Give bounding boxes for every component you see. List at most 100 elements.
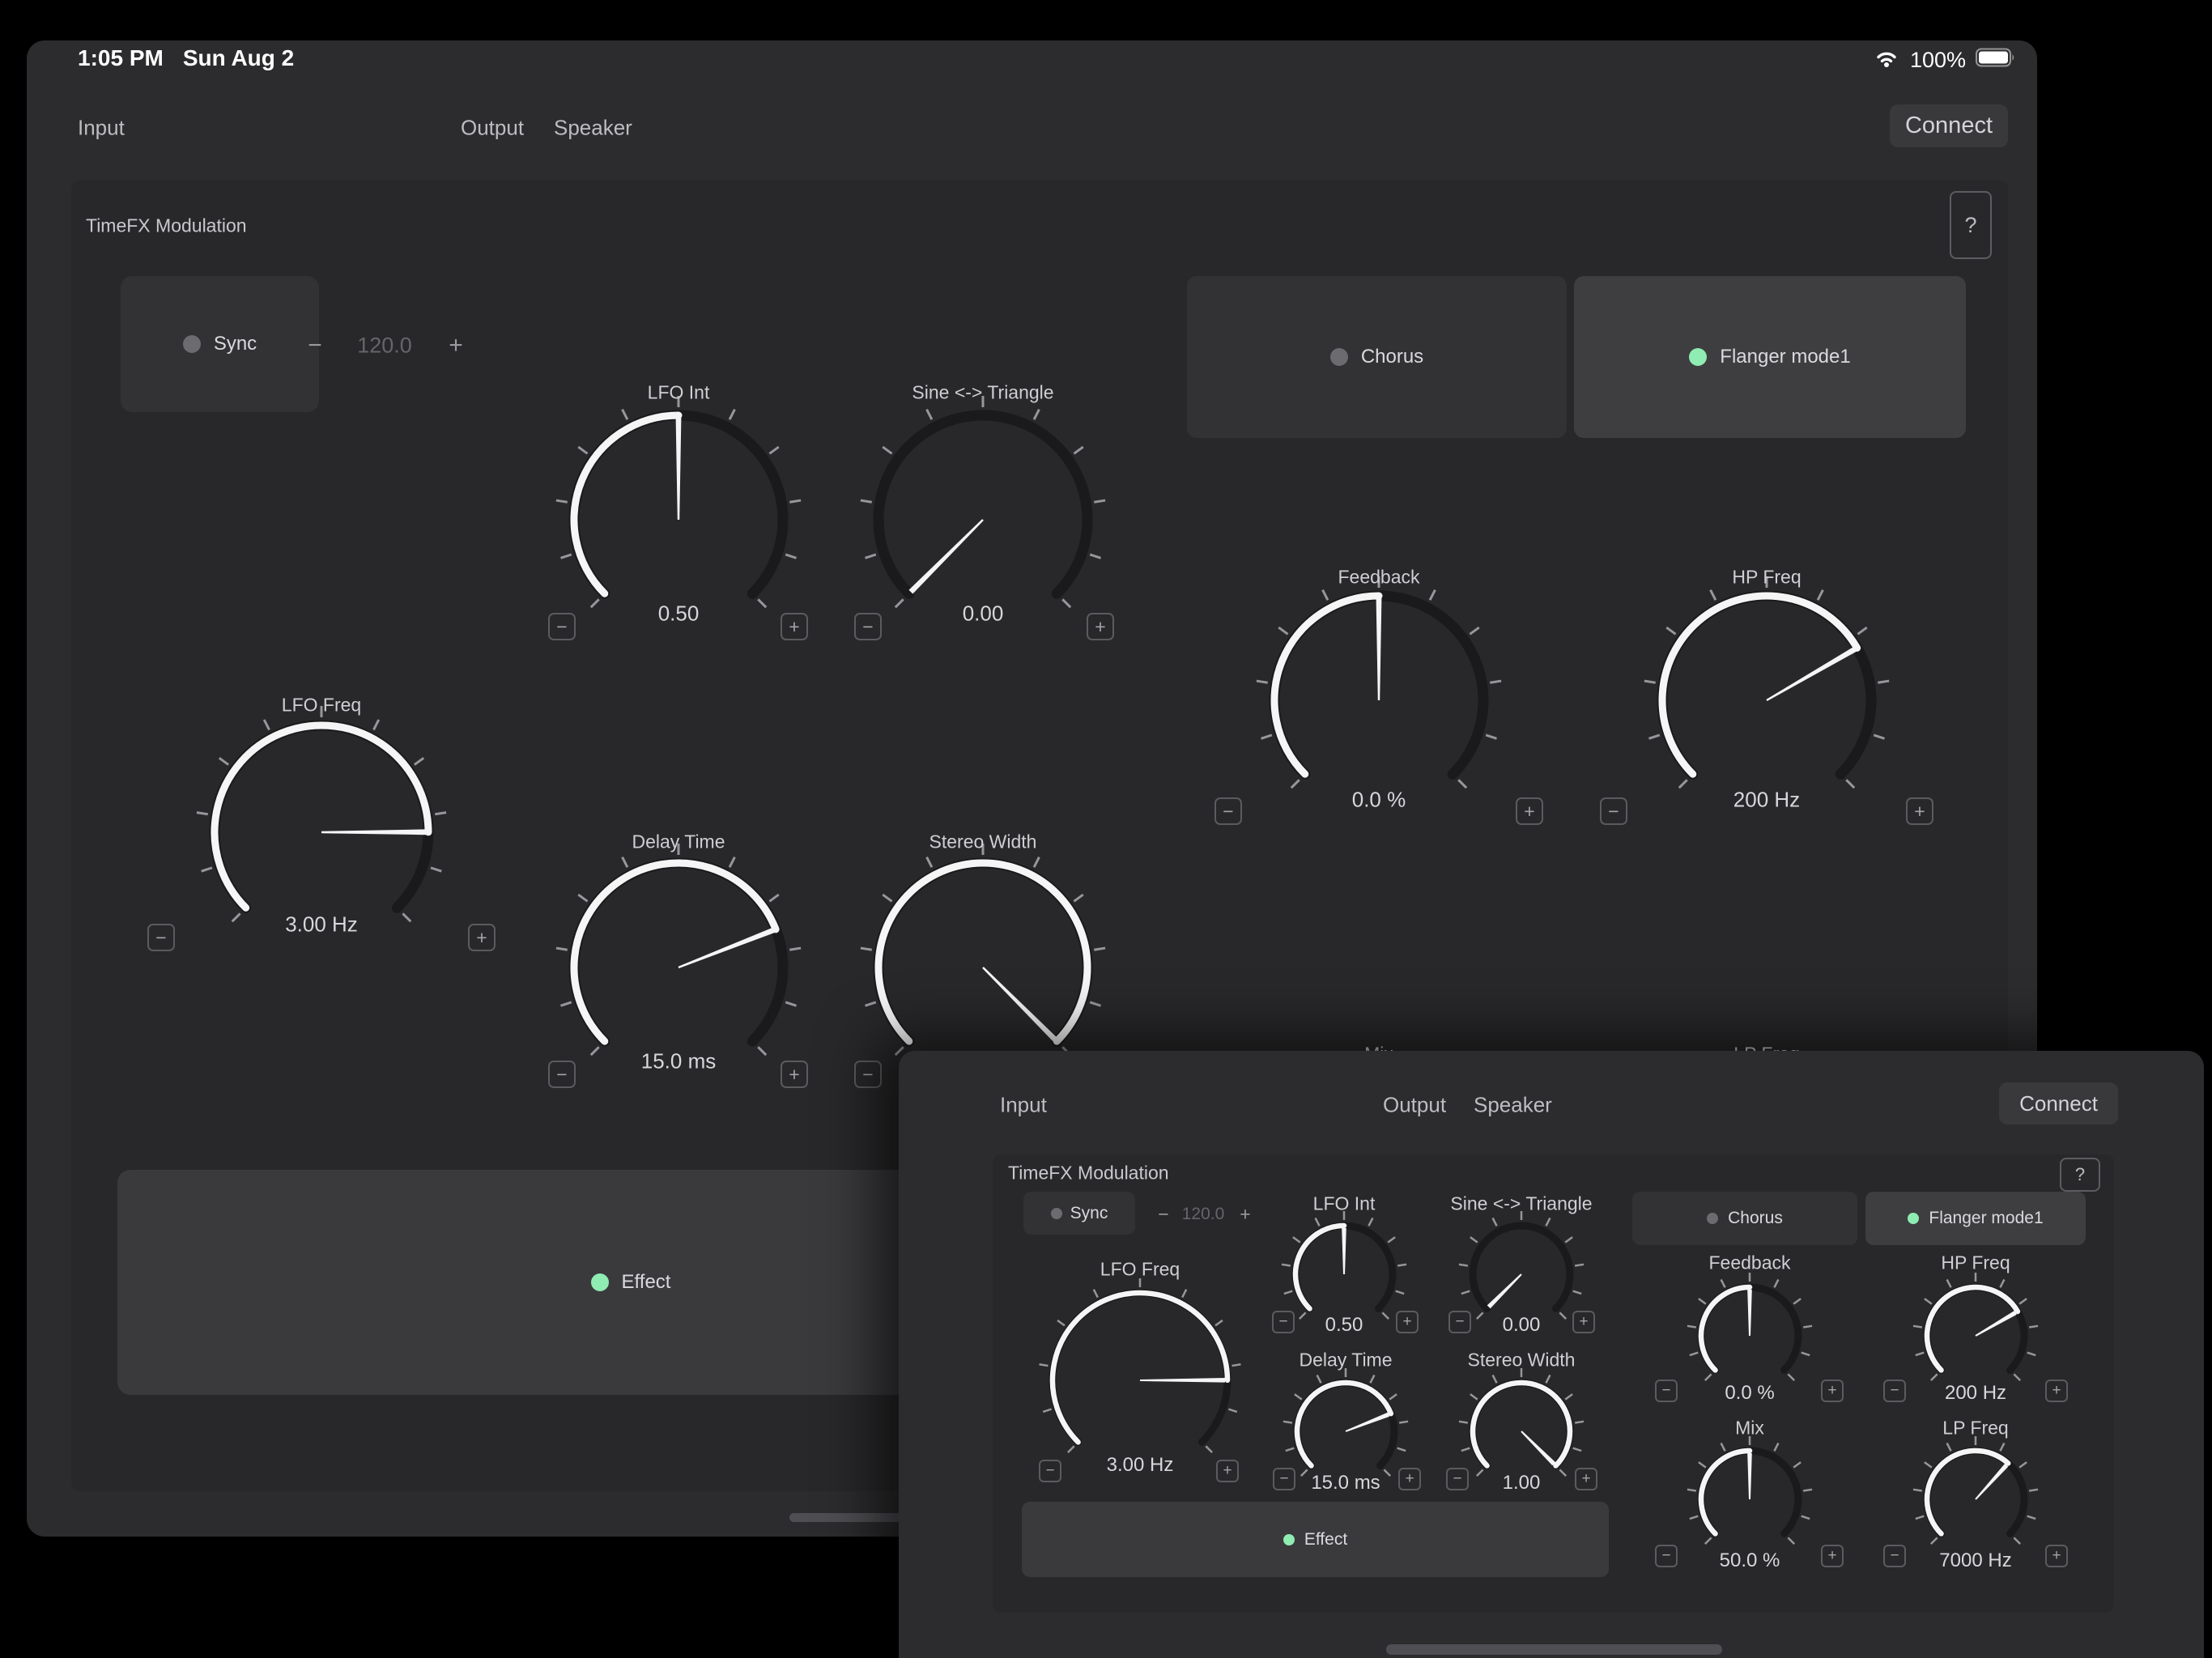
wifi-icon bbox=[1873, 47, 1900, 74]
mix-knob-label: Mix bbox=[1735, 1417, 1764, 1439]
stereo_width-decrement-button[interactable]: − bbox=[854, 1061, 882, 1088]
delay_time-decrement-button[interactable]: − bbox=[1273, 1468, 1295, 1490]
nav-item-input[interactable]: Input bbox=[1000, 1093, 1047, 1118]
sine_tri-knob-value: 0.00 bbox=[1502, 1314, 1541, 1336]
hp_freq-increment-button[interactable]: + bbox=[1906, 797, 1933, 825]
tempo-value: 120.0 bbox=[357, 333, 412, 358]
feedback-increment-button[interactable]: + bbox=[1821, 1380, 1844, 1402]
tempo-decrement-button[interactable]: − bbox=[308, 332, 322, 359]
sine_tri-knob-label: Sine <-> Triangle bbox=[912, 381, 1054, 403]
chorus-label: Chorus bbox=[1728, 1209, 1783, 1227]
connect-button[interactable]: Connect bbox=[1890, 104, 2008, 147]
effect-indicator-dot bbox=[1283, 1533, 1295, 1545]
lfo_freq-knob-value: 3.00 Hz bbox=[1106, 1454, 1174, 1476]
feedback-knob-label: Feedback bbox=[1708, 1252, 1791, 1273]
tempo-value: 120.0 bbox=[1181, 1205, 1225, 1223]
lfo_int-decrement-button[interactable]: − bbox=[548, 613, 576, 640]
hp_freq-knob-value: 200 Hz bbox=[1733, 787, 1801, 812]
scroll-indicator[interactable] bbox=[1386, 1644, 1722, 1655]
effect-label: Effect bbox=[621, 1271, 671, 1293]
floating-app-window: Input Output Speaker Connect TimeFX Modu… bbox=[899, 1051, 2204, 1658]
effect-toggle-card[interactable]: Effect bbox=[1022, 1502, 1609, 1577]
stereo_width-decrement-button[interactable]: − bbox=[1446, 1468, 1469, 1490]
hp_freq-knob-label: HP Freq bbox=[1941, 1252, 2010, 1273]
panel-title: TimeFX Modulation bbox=[86, 215, 247, 236]
nav-item-speaker[interactable]: Speaker bbox=[554, 116, 632, 141]
lfo_int-increment-button[interactable]: + bbox=[1396, 1311, 1419, 1333]
lfo_freq-decrement-button[interactable]: − bbox=[1039, 1460, 1061, 1482]
flanger-indicator-dot bbox=[1689, 348, 1708, 366]
sync-toggle-card[interactable]: Sync bbox=[1023, 1192, 1135, 1235]
hp_freq-knob-label: HP Freq bbox=[1732, 566, 1802, 588]
nav-item-speaker[interactable]: Speaker bbox=[1474, 1093, 1552, 1118]
mix-decrement-button[interactable]: − bbox=[1655, 1545, 1678, 1567]
lfo_freq-knob-value: 3.00 Hz bbox=[285, 912, 358, 937]
connect-button[interactable]: Connect bbox=[1999, 1082, 2118, 1124]
lfo_freq-knob-label: LFO Freq bbox=[1100, 1258, 1180, 1280]
lfo_int-knob-value: 0.50 bbox=[1325, 1314, 1363, 1336]
stereo_width-knob-label: Stereo Width bbox=[929, 831, 1037, 852]
mode-button-chorus[interactable]: Chorus bbox=[1187, 276, 1567, 438]
delay_time-decrement-button[interactable]: − bbox=[548, 1061, 576, 1088]
sine_tri-increment-button[interactable]: + bbox=[1572, 1311, 1595, 1333]
lfo_int-decrement-button[interactable]: − bbox=[1272, 1311, 1295, 1333]
help-button[interactable]: ? bbox=[1950, 191, 1992, 259]
delay_time-knob-label: Delay Time bbox=[1299, 1349, 1393, 1371]
status-time: 1:05 PM bbox=[78, 45, 164, 70]
sync-indicator-dot bbox=[182, 335, 201, 353]
nav-item-output[interactable]: Output bbox=[1383, 1093, 1446, 1118]
tempo-increment-button[interactable]: + bbox=[449, 332, 463, 359]
sine_tri-knob-value: 0.00 bbox=[962, 601, 1004, 626]
stereo_width-increment-button[interactable]: + bbox=[1575, 1468, 1597, 1490]
feedback-knob-value: 0.0 % bbox=[1725, 1382, 1775, 1404]
effect-label: Effect bbox=[1304, 1529, 1348, 1549]
feedback-knob-label: Feedback bbox=[1338, 566, 1420, 588]
nav-item-output[interactable]: Output bbox=[461, 116, 524, 141]
delay_time-increment-button[interactable]: + bbox=[781, 1061, 808, 1088]
lfo_freq-knob-label: LFO Freq bbox=[281, 694, 362, 716]
feedback-decrement-button[interactable]: − bbox=[1655, 1380, 1678, 1402]
hp_freq-knob-value: 200 Hz bbox=[1944, 1382, 2007, 1404]
feedback-knob-value: 0.0 % bbox=[1351, 787, 1406, 812]
sync-label: Sync bbox=[213, 333, 257, 355]
scroll-indicator[interactable] bbox=[789, 1513, 909, 1522]
sync-indicator-dot bbox=[1050, 1207, 1062, 1219]
flanger-label: Flanger mode1 bbox=[1720, 346, 1851, 368]
mix-increment-button[interactable]: + bbox=[1821, 1545, 1844, 1567]
hp_freq-decrement-button[interactable]: − bbox=[1600, 797, 1627, 825]
chorus-indicator-dot bbox=[1707, 1213, 1719, 1224]
lfo_freq-increment-button[interactable]: + bbox=[1216, 1460, 1239, 1482]
hp_freq-decrement-button[interactable]: − bbox=[1883, 1380, 1906, 1402]
status-date: Sun Aug 2 bbox=[182, 45, 295, 70]
flanger-indicator-dot bbox=[1908, 1213, 1920, 1224]
lp_freq-knob-label: LP Freq bbox=[1942, 1417, 2009, 1439]
lfo_int-knob-label: LFO Int bbox=[647, 381, 710, 403]
feedback-decrement-button[interactable]: − bbox=[1214, 797, 1242, 825]
status-bar-left: 1:05 PM Sun Aug 2 bbox=[78, 45, 294, 71]
delay_time-increment-button[interactable]: + bbox=[1398, 1468, 1421, 1490]
lfo_int-increment-button[interactable]: + bbox=[781, 613, 808, 640]
sine_tri-decrement-button[interactable]: − bbox=[854, 613, 882, 640]
mix-knob-value: 50.0 % bbox=[1719, 1550, 1780, 1571]
nav-item-input[interactable]: Input bbox=[78, 116, 125, 141]
chorus-label: Chorus bbox=[1360, 346, 1424, 368]
tempo-increment-button[interactable]: + bbox=[1240, 1204, 1250, 1226]
delay_time-knob-value: 15.0 ms bbox=[640, 1048, 717, 1073]
mode-button-flanger[interactable]: Flanger mode1 bbox=[1574, 276, 1966, 438]
mode-button-chorus[interactable]: Chorus bbox=[1632, 1192, 1857, 1245]
lfo_freq-decrement-button[interactable]: − bbox=[147, 924, 175, 951]
chorus-indicator-dot bbox=[1329, 348, 1348, 366]
tempo-decrement-button[interactable]: − bbox=[1158, 1204, 1168, 1226]
sine_tri-increment-button[interactable]: + bbox=[1087, 613, 1114, 640]
lp_freq-decrement-button[interactable]: − bbox=[1883, 1545, 1906, 1567]
sine_tri-decrement-button[interactable]: − bbox=[1448, 1311, 1471, 1333]
battery-percent: 100% bbox=[1909, 48, 1966, 72]
hp_freq-increment-button[interactable]: + bbox=[2045, 1380, 2068, 1402]
help-button[interactable]: ? bbox=[2060, 1158, 2100, 1192]
sync-toggle-card[interactable]: Sync bbox=[121, 276, 319, 412]
mode-button-flanger[interactable]: Flanger mode1 bbox=[1865, 1192, 2086, 1245]
feedback-increment-button[interactable]: + bbox=[1516, 797, 1543, 825]
delay_time-knob-label: Delay Time bbox=[632, 831, 725, 852]
lp_freq-increment-button[interactable]: + bbox=[2045, 1545, 2068, 1567]
lfo_freq-increment-button[interactable]: + bbox=[468, 924, 496, 951]
